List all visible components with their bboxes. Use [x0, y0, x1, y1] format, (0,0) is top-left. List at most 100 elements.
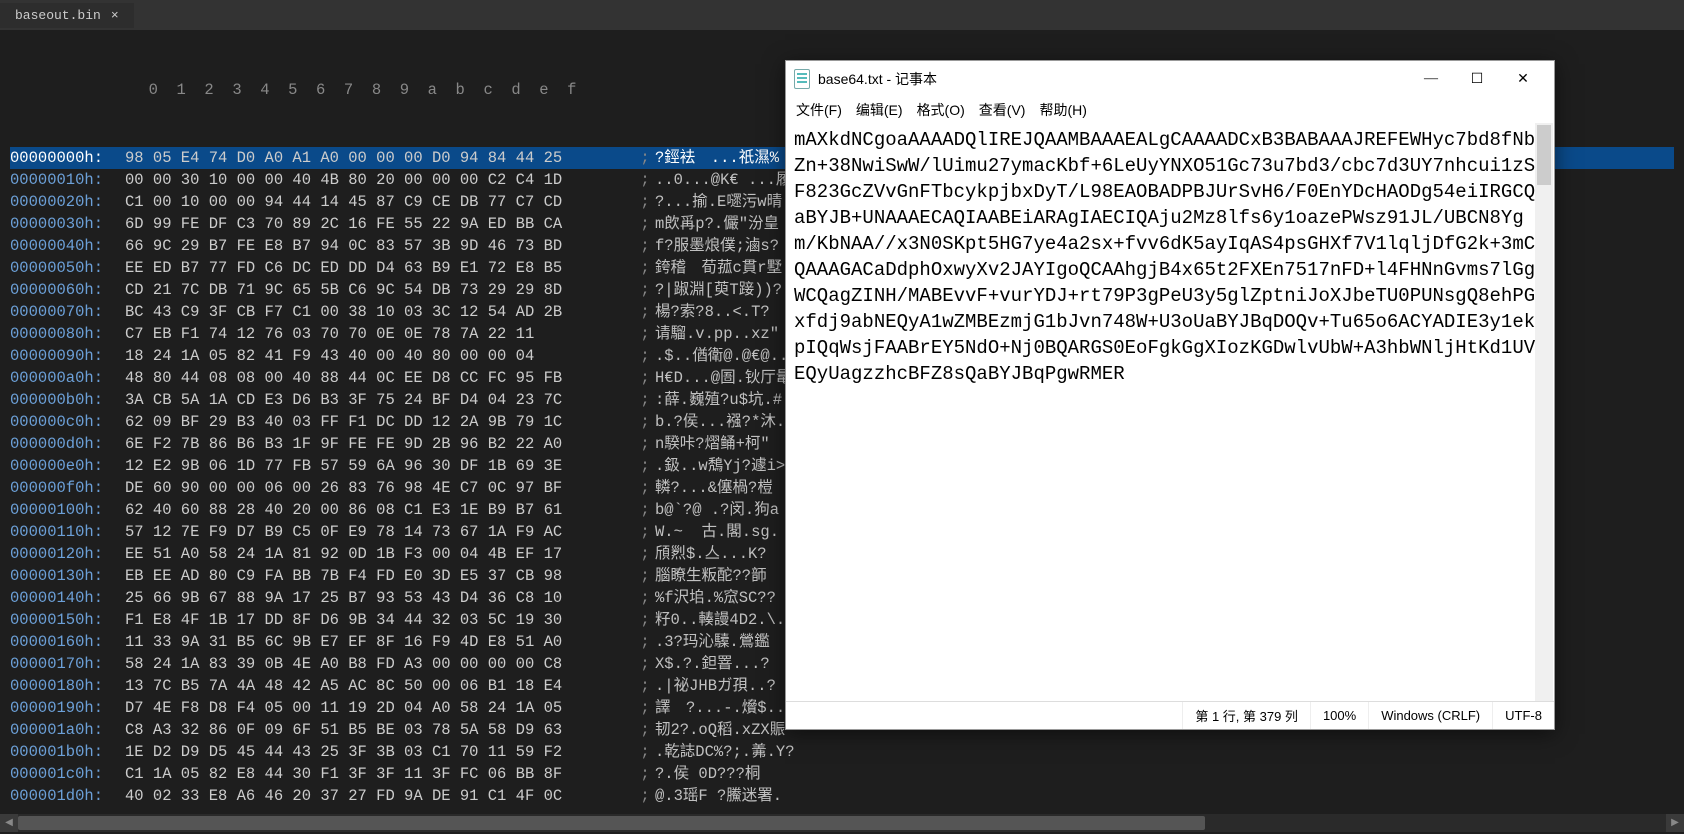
hex-offset: 00000180h: — [10, 675, 125, 697]
hex-bytes: EE 51 A0 58 24 1A 81 92 0D 1B F3 00 04 4… — [125, 543, 635, 565]
hex-offset: 00000160h: — [10, 631, 125, 653]
notepad-icon — [794, 69, 810, 89]
menu-help[interactable]: 帮助(H) — [1039, 100, 1086, 120]
hex-ascii: b.?侯...襁?*沐. — [655, 411, 785, 433]
scroll-right-icon[interactable]: ▶ — [1666, 814, 1684, 832]
hex-sep: ; — [635, 587, 655, 609]
file-tab[interactable]: baseout.bin × — [0, 3, 134, 28]
hex-sep: ; — [635, 257, 655, 279]
hex-bytes: 1E D2 D9 D5 45 44 43 25 3F 3B 03 C1 70 1… — [125, 741, 635, 763]
hex-ascii: 轔?...&僿楇?榿 — [655, 477, 773, 499]
hex-bytes: EB EE AD 80 C9 FA BB 7B F4 FD E0 3D E5 3… — [125, 565, 635, 587]
hex-sep: ; — [635, 235, 655, 257]
maximize-button[interactable]: ☐ — [1454, 64, 1500, 94]
hex-bytes: 58 24 1A 83 39 0B 4E A0 B8 FD A3 00 00 0… — [125, 653, 635, 675]
tab-filename: baseout.bin — [15, 8, 101, 23]
hex-sep: ; — [635, 741, 655, 763]
hex-sep: ; — [635, 323, 655, 345]
notepad-vscroll-thumb[interactable] — [1537, 125, 1551, 185]
notepad-titlebar[interactable]: base64.txt - 记事本 — ☐ ✕ — [786, 61, 1554, 97]
notepad-title: base64.txt - 记事本 — [818, 69, 1408, 89]
hex-ascii: ?.侯 0D???桐 — [655, 763, 760, 785]
hex-bytes: 13 7C B5 7A 4A 48 42 A5 AC 8C 50 00 06 B… — [125, 675, 635, 697]
hex-bytes: 40 02 33 E8 A6 46 20 37 27 FD 9A DE 91 C… — [125, 785, 635, 807]
hex-ascii: @.3瑶F ?鰧迷署. — [655, 785, 782, 807]
hex-ascii: 腦瞭生粄酡??韴 — [655, 565, 767, 587]
hex-sep: ; — [635, 301, 655, 323]
notepad-vscrollbar[interactable] — [1535, 123, 1553, 701]
hex-bytes: 11 33 9A 31 B5 6C 9B E7 EF 8F 16 F9 4D E… — [125, 631, 635, 653]
hex-sep: ; — [635, 565, 655, 587]
notepad-text-area[interactable]: mAXkdNCgoaAAAADQlIREJQAAMBAAAEALgCAAAADC… — [786, 123, 1554, 701]
hex-bytes: 48 80 44 08 08 00 40 88 44 0C EE D8 CC F… — [125, 367, 635, 389]
hex-row[interactable]: 000001c0h:C1 1A 05 82 E8 44 30 F1 3F 3F … — [10, 763, 1674, 785]
hex-offset: 000000f0h: — [10, 477, 125, 499]
hex-offset: 00000090h: — [10, 345, 125, 367]
hex-sep: ; — [635, 191, 655, 213]
hex-row[interactable]: 000001d0h:40 02 33 E8 A6 46 20 37 27 FD … — [10, 785, 1674, 807]
scroll-thumb[interactable] — [18, 816, 1205, 830]
hex-sep: ; — [635, 675, 655, 697]
hex-ascii: n騤咔?熠鲬+柯" — [655, 433, 770, 455]
status-zoom: 100% — [1310, 702, 1368, 729]
hex-bytes: CD 21 7C DB 71 9C 65 5B C6 9C 54 DB 73 2… — [125, 279, 635, 301]
hex-sep: ; — [635, 147, 655, 169]
hex-ascii: %f沢垖.%窊SC?? — [655, 587, 776, 609]
hex-ascii: 籽0..輳謾4D2.\.0 — [655, 609, 795, 631]
hex-offset: 000001d0h: — [10, 785, 125, 807]
hex-sep: ; — [635, 697, 655, 719]
hex-offset: 00000100h: — [10, 499, 125, 521]
hex-bytes: 6D 99 FE DF C3 70 89 2C 16 FE 55 22 9A E… — [125, 213, 635, 235]
hex-sep: ; — [635, 411, 655, 433]
minimize-button[interactable]: — — [1408, 64, 1454, 94]
hex-offset: 000000a0h: — [10, 367, 125, 389]
hex-offset: 00000010h: — [10, 169, 125, 191]
hex-ascii: .鈒..w鵚Yj?遽i> — [655, 455, 785, 477]
tab-close-icon[interactable]: × — [111, 8, 119, 23]
hex-ascii: .|祕JHBガ孭..? — [655, 675, 776, 697]
hex-bytes: 18 24 1A 05 82 41 F9 43 40 00 40 80 00 0… — [125, 345, 635, 367]
hex-offset: 00000060h: — [10, 279, 125, 301]
hex-row[interactable]: 000001b0h:1E D2 D9 D5 45 44 43 25 3F 3B … — [10, 741, 1674, 763]
hex-bytes: C1 1A 05 82 E8 44 30 F1 3F 3F 11 3F FC 0… — [125, 763, 635, 785]
hex-sep: ; — [635, 455, 655, 477]
hex-ascii: .3?玛沁驝.鶯鑑 — [655, 631, 770, 653]
menu-view[interactable]: 查看(V) — [979, 100, 1026, 120]
hex-ascii: :薛.巍殖?u$坑.#| — [655, 389, 791, 411]
hex-offset: 000000d0h: — [10, 433, 125, 455]
hex-ascii: 请騮.v.pp..xz" — [655, 323, 779, 345]
hex-offset: 00000130h: — [10, 565, 125, 587]
hex-sep: ; — [635, 763, 655, 785]
menu-format[interactable]: 格式(O) — [917, 100, 965, 120]
hex-sep: ; — [635, 499, 655, 521]
hex-sep: ; — [635, 521, 655, 543]
scroll-left-icon[interactable]: ◀ — [0, 814, 18, 832]
hex-bytes: 57 12 7E F9 D7 B9 C5 0F E9 78 14 73 67 1… — [125, 521, 635, 543]
hex-offset: 00000070h: — [10, 301, 125, 323]
hex-sep: ; — [635, 653, 655, 675]
menu-file[interactable]: 文件(F) — [796, 100, 842, 120]
scroll-track[interactable] — [18, 814, 1666, 832]
hex-sep: ; — [635, 719, 655, 741]
hex-bytes: EE ED B7 77 FD C6 DC ED DD D4 63 B9 E1 7… — [125, 257, 635, 279]
status-eol: Windows (CRLF) — [1368, 702, 1492, 729]
hex-offset: 00000190h: — [10, 697, 125, 719]
close-button[interactable]: ✕ — [1500, 64, 1546, 94]
hex-sep: ; — [635, 785, 655, 807]
hex-sep: ; — [635, 213, 655, 235]
hex-ascii: f?服墨烺僕;滷s? — [655, 235, 779, 257]
hex-offset: 000000b0h: — [10, 389, 125, 411]
hex-ascii: .$..偤衛@.@€@... — [655, 345, 798, 367]
hex-sep: ; — [635, 389, 655, 411]
horizontal-scrollbar[interactable]: ◀ ▶ — [0, 814, 1684, 832]
menu-edit[interactable]: 编辑(E) — [856, 100, 903, 120]
hex-ascii: H€D...@圄.钬厅鼌 — [655, 367, 791, 389]
hex-offset: 00000150h: — [10, 609, 125, 631]
hex-bytes: 00 00 30 10 00 00 40 4B 80 20 00 00 00 C… — [125, 169, 635, 191]
hex-offset: 00000120h: — [10, 543, 125, 565]
hex-ascii: W.~ 古.閣.sg. — [655, 521, 779, 543]
hex-offset: 000001a0h: — [10, 719, 125, 741]
hex-offset: 00000050h: — [10, 257, 125, 279]
hex-ascii: b@`?@ .?闵.狗a — [655, 499, 779, 521]
hex-bytes: 62 09 BF 29 B3 40 03 FF F1 DC DD 12 2A 9… — [125, 411, 635, 433]
